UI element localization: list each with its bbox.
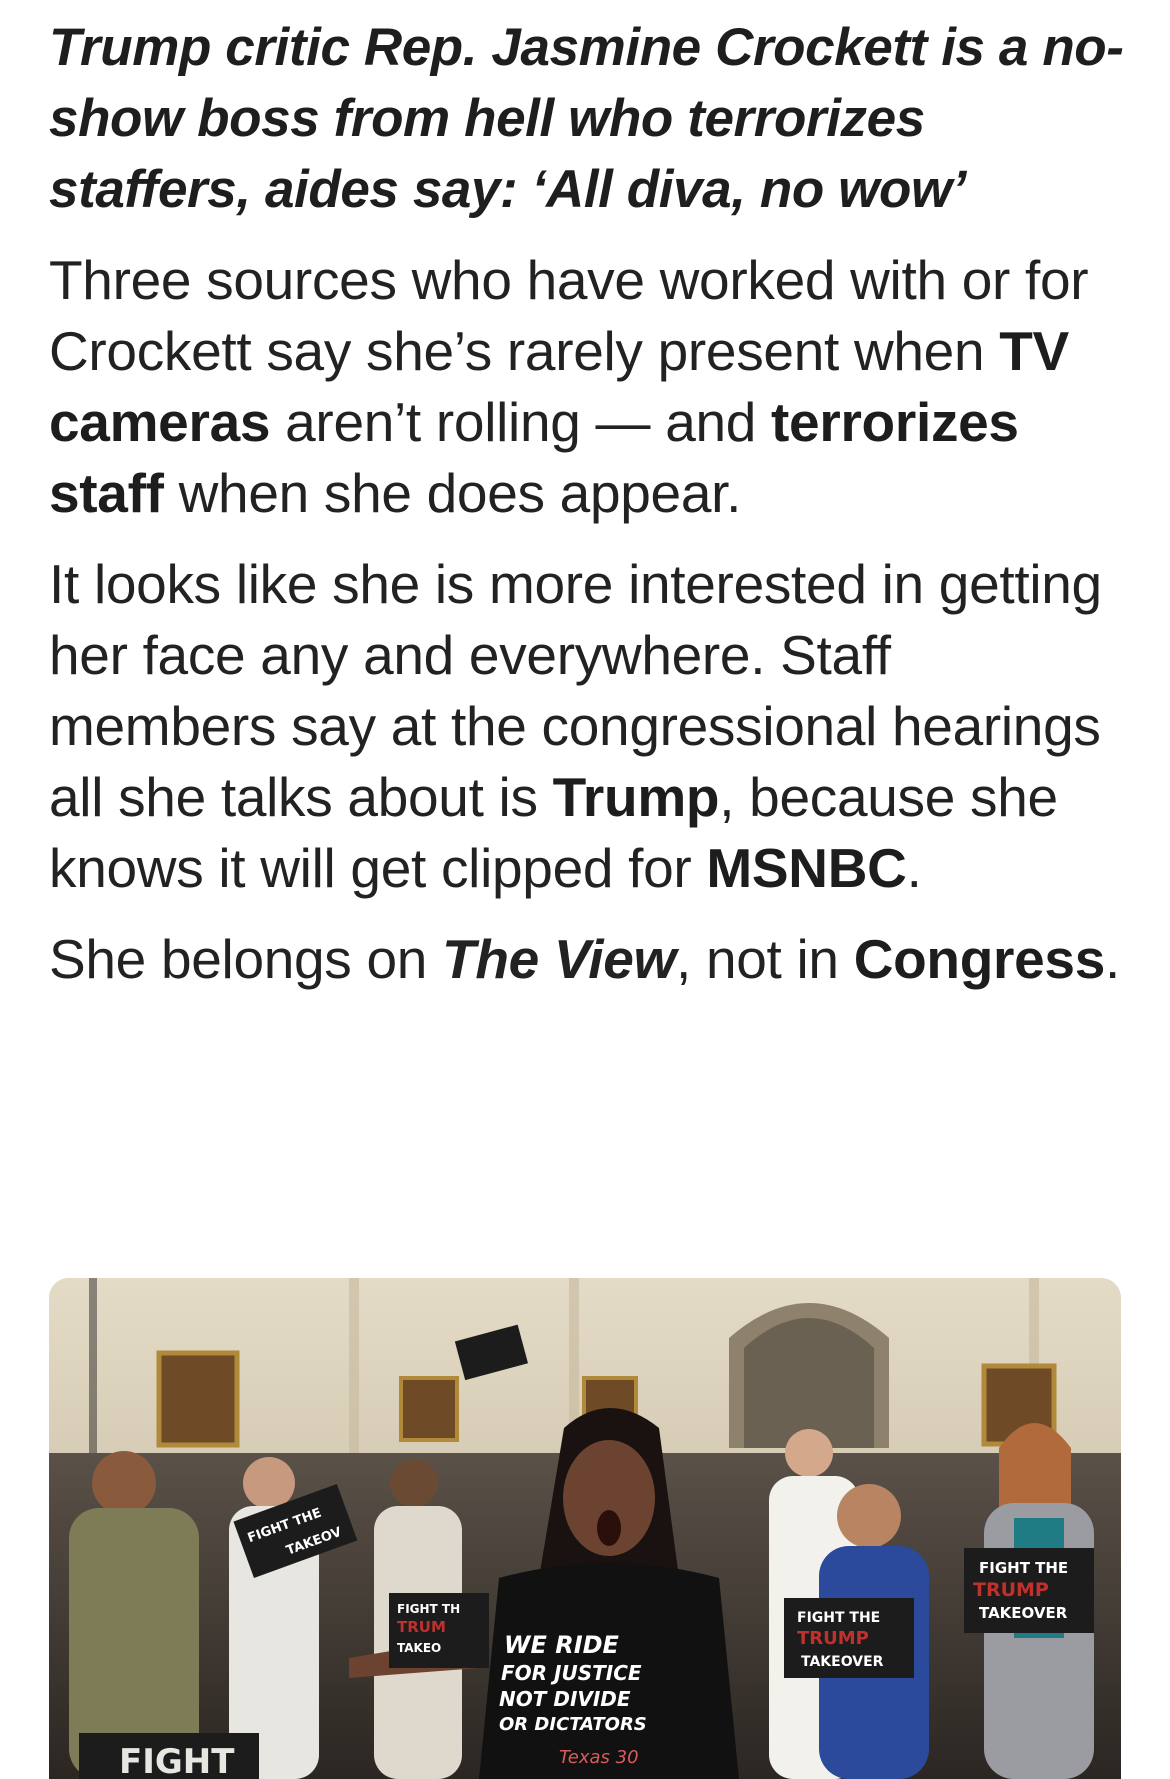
shirt-line-4: OR DICTATORS: [499, 1714, 647, 1735]
sign-rm-text-3: TAKEOVER: [801, 1654, 884, 1670]
article-photo[interactable]: WE RIDE FOR JUSTICE NOT DIVIDE OR DICTAT…: [49, 1278, 1121, 1779]
sign-center: FIGHT TH TRUM TAKEO: [389, 1593, 489, 1668]
sign-r-text-3: TAKEOVER: [979, 1604, 1068, 1622]
sign-center-text-2: TRUM: [397, 1618, 446, 1636]
paragraph-sources: Three sources who have worked with or fo…: [49, 245, 1129, 529]
p3-italic-the-view: The View: [442, 928, 677, 990]
archway: [729, 1303, 889, 1448]
p2-bold-trump: Trump: [552, 766, 720, 828]
shirt-signature: Texas 30: [559, 1747, 639, 1768]
sign-r-text-2: TRUMP: [973, 1579, 1049, 1601]
p3-text-1: She belongs on: [49, 928, 443, 990]
sign-center-text-3: TAKEO: [397, 1641, 441, 1655]
p2-bold-msnbc: MSNBC: [706, 837, 907, 899]
p3-text-3: .: [1105, 928, 1120, 990]
sign-r-text-1: FIGHT THE: [979, 1559, 1068, 1577]
shirt-line-3: NOT DIVIDE: [499, 1687, 631, 1711]
sign-rm-text-2: TRUMP: [797, 1628, 869, 1649]
rally-photo-illustration: WE RIDE FOR JUSTICE NOT DIVIDE OR DICTAT…: [49, 1278, 1121, 1779]
p3-bold-congress: Congress: [853, 928, 1106, 990]
p1-text-1: Three sources who have worked with or fo…: [49, 249, 1089, 382]
article-body: Trump critic Rep. Jasmine Crockett is a …: [49, 12, 1129, 995]
p2-text-3: .: [906, 837, 922, 899]
paragraph-opinion: It looks like she is more interested in …: [49, 549, 1129, 904]
paragraph-conclusion: She belongs on The View, not in Congress…: [49, 924, 1129, 995]
shirt-line-2: FOR JUSTICE: [501, 1661, 642, 1685]
sign-bottom-left: FIGHT: [79, 1733, 259, 1779]
article-headline: Trump critic Rep. Jasmine Crockett is a …: [49, 18, 1124, 219]
sign-rm-text-1: FIGHT THE: [797, 1610, 880, 1626]
p1-text-3: when she does appear.: [163, 462, 742, 524]
sign-center-text-1: FIGHT TH: [397, 1602, 460, 1616]
p1-text-2: aren’t rolling — and: [270, 391, 772, 453]
shirt-line-1: WE RIDE: [504, 1631, 620, 1659]
p3-text-2: , not in: [676, 928, 854, 990]
sign-right-middle: FIGHT THE TRUMP TAKEOVER: [784, 1598, 914, 1678]
sign-bottom-left-text: FIGHT: [119, 1742, 235, 1779]
sign-right: FIGHT THE TRUMP TAKEOVER: [964, 1548, 1094, 1633]
